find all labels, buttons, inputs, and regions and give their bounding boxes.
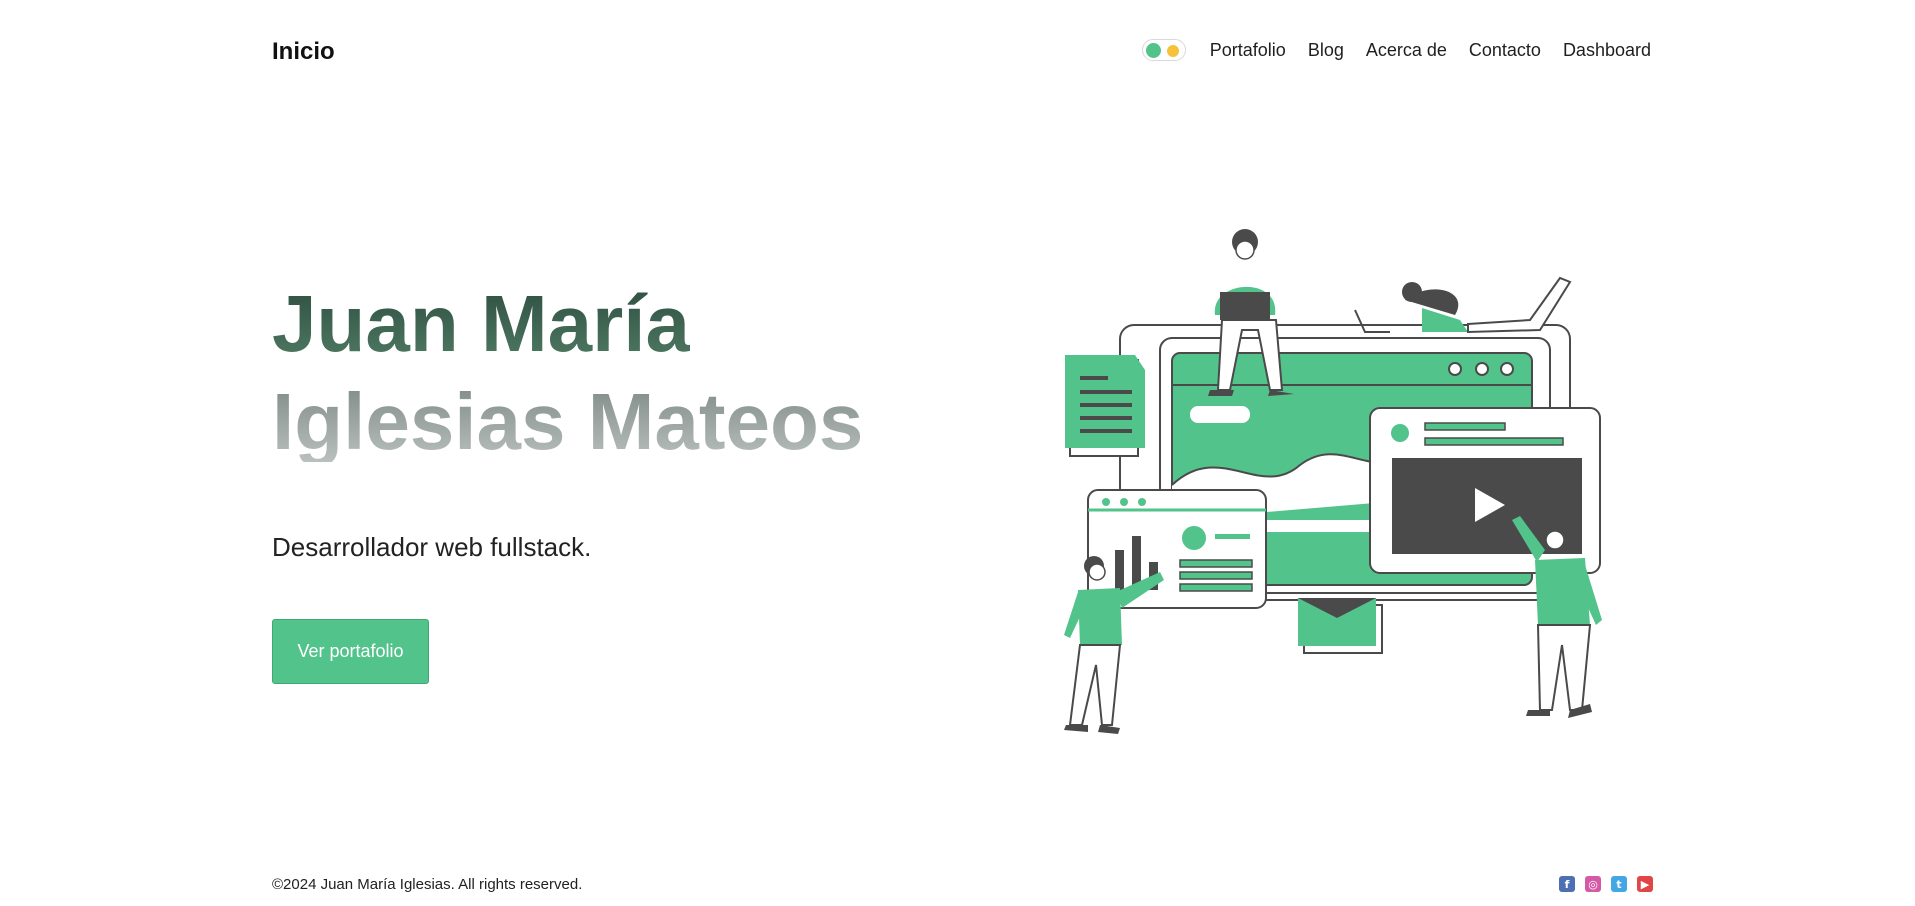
instagram-icon[interactable]: ◎ bbox=[1585, 876, 1601, 892]
view-portfolio-button[interactable]: Ver portafolio bbox=[272, 619, 429, 684]
facebook-icon[interactable]: f bbox=[1559, 876, 1575, 892]
nav-link-contacto[interactable]: Contacto bbox=[1469, 40, 1541, 61]
nav-link-portafolio[interactable]: Portafolio bbox=[1210, 40, 1286, 61]
twitter-icon[interactable]: t bbox=[1611, 876, 1627, 892]
hero-name-last: Iglesias Mateos bbox=[272, 377, 864, 466]
sun-icon bbox=[1166, 45, 1179, 57]
footer-copyright: ©2024 Juan María Iglesias. All rights re… bbox=[272, 876, 583, 893]
nav-link-acerca-de[interactable]: Acerca de bbox=[1366, 40, 1447, 61]
main-nav: Portafolio Blog Acerca de Contacto Dashb… bbox=[1141, 39, 1651, 61]
youtube-icon[interactable]: ▶ bbox=[1637, 876, 1653, 892]
brand-logo[interactable]: Inicio bbox=[272, 38, 335, 66]
nav-link-dashboard[interactable]: Dashboard bbox=[1563, 40, 1651, 61]
nav-link-blog[interactable]: Blog bbox=[1308, 40, 1344, 61]
theme-toggle-knob bbox=[1145, 43, 1161, 58]
theme-toggle[interactable] bbox=[1141, 39, 1186, 61]
hero-name-first: Juan María bbox=[272, 279, 690, 368]
social-links: f ◎ t ▶ bbox=[1559, 876, 1653, 892]
hero-illustration bbox=[1064, 229, 1602, 734]
hero-subtitle: Desarrollador web fullstack. bbox=[272, 532, 592, 562]
